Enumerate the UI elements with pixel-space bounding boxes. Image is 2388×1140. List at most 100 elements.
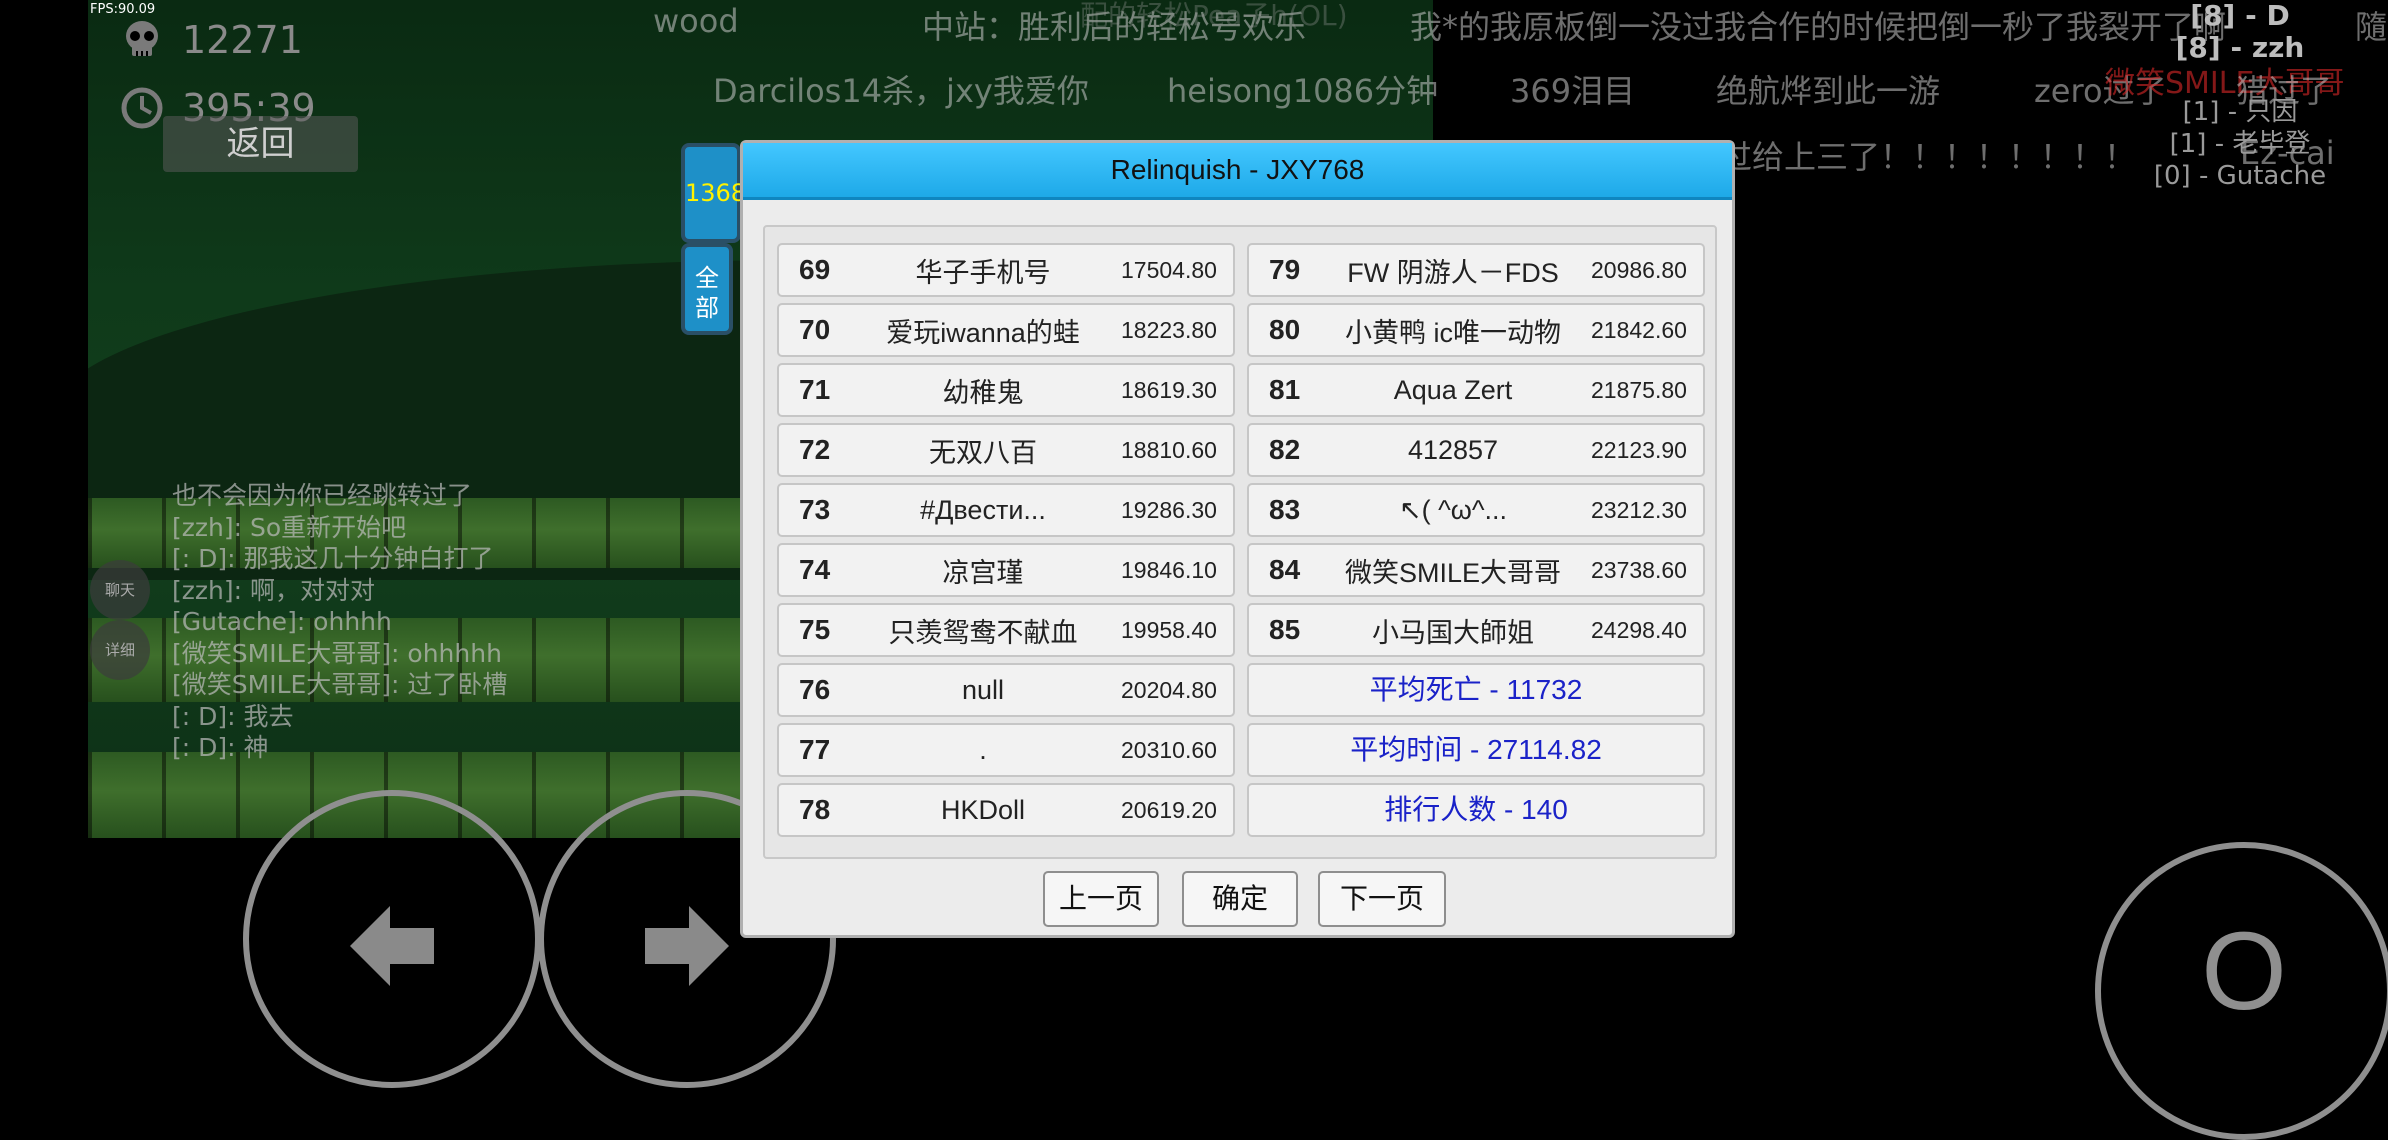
leaderboard-row: 84 微笑SMILE大哥哥 23738.60 (1247, 543, 1705, 597)
player-name: 华子手机号 (915, 257, 1051, 288)
leaderboard-row: 82 412857 22123.90 (1247, 423, 1705, 477)
death-count: 12271 (182, 18, 303, 62)
leaderboard-row: 72 无双八百 18810.60 (777, 423, 1235, 477)
chat-line: [微笑SMILE大哥哥]: 过了卧槽 (172, 670, 508, 699)
detail-button[interactable]: 详细 (90, 620, 150, 680)
rank-number: 72 (799, 434, 831, 465)
player-name: HKDoll (940, 794, 1026, 825)
chat-line: [zzh]: 啊，对对对 (172, 575, 375, 605)
chat-line: [: D]: 我去 (172, 701, 294, 731)
player-score: 23212.30 (1591, 496, 1687, 523)
player-score: 20310.60 (1121, 736, 1217, 763)
player-score: 20204.80 (1121, 676, 1217, 703)
leaderboard-row: 85 小马国大師姐 24298.40 (1247, 603, 1705, 657)
leaderboard-row: 79 FW 阴游人－FDS 20986.80 (1247, 243, 1705, 297)
player-name: FW 阴游人－FDS (1347, 257, 1559, 288)
player-name: 小马国大師姐 (1372, 617, 1534, 648)
player-entry: [8] - D (2190, 0, 2290, 32)
rank-number: 80 (1269, 314, 1301, 345)
skull-icon (126, 21, 158, 56)
rank-number: 74 (799, 554, 831, 585)
prev-page-button[interactable]: 上一页 (1043, 871, 1159, 927)
danmaku-comment: wood (653, 2, 739, 40)
leaderboard-row: 76 null 20204.80 (777, 663, 1235, 717)
player-name: null (961, 674, 1005, 705)
player-name: 微笑SMILE大哥哥 (1344, 557, 1562, 588)
rank-number: 75 (799, 614, 831, 645)
player-name: 只羡鸳鸯不献血 (888, 617, 1078, 648)
rank-number: 77 (799, 734, 831, 765)
rank-number: 69 (799, 254, 831, 285)
chat-line: [: D]: 那我这几十分钟白打了 (172, 544, 494, 573)
rank-number: 81 (1269, 374, 1301, 405)
danmaku-comment: 369泪目 (1510, 72, 1636, 110)
player-score: 19958.40 (1121, 616, 1217, 643)
danmaku-comment: Darcilos14杀，jxy我爱你 (713, 72, 1089, 110)
player-score: 20619.20 (1121, 796, 1217, 823)
chat-button[interactable]: 聊天 (90, 560, 150, 620)
danmaku-comment: 配的轻松Pea子h(OL) (1080, 0, 1348, 32)
tab-count[interactable]: 1368 (681, 143, 746, 243)
leaderboard-row: 77. 20310.60 (777, 723, 1235, 777)
player-score: 20986.80 (1591, 256, 1687, 283)
leaderboard-row: 78 HKDoll 20619.20 (777, 783, 1235, 837)
player-name: 凉宫瑾 (942, 557, 1024, 588)
rank-number: 76 (799, 674, 831, 705)
player-entry: [0] - Gutache (2153, 161, 2327, 191)
player-score: 23738.60 (1591, 556, 1687, 583)
rank-number: 84 (1269, 554, 1301, 585)
player-score: 22123.90 (1591, 436, 1687, 463)
back-button[interactable]: 返回 (163, 116, 358, 172)
player-entry: [1] - 只因 (2182, 97, 2298, 127)
leaderboard-row: 70 爱玩iwanna的蛙 18223.80 (777, 303, 1235, 357)
rank-number: 73 (799, 494, 831, 525)
rank-number: 70 (799, 314, 831, 345)
rank-number: 71 (799, 374, 831, 405)
chat-line: [微笑SMILE大哥哥]: ohhhhh (172, 638, 502, 668)
leaderboard-row: 73 #Двести... 19286.30 (777, 483, 1235, 537)
player-name: 幼稚鬼 (942, 377, 1024, 408)
leaderboard-row: 75 只羡鸳鸯不献血 19958.40 (777, 603, 1235, 657)
player-score: 18223.80 (1121, 316, 1217, 343)
player-name: ↖( ^ω^... (1398, 494, 1508, 525)
clock-icon (121, 87, 163, 129)
player-name: #Двести... (920, 494, 1046, 525)
jump-label: O (2201, 910, 2287, 1033)
player-name: 无双八百 (929, 437, 1037, 468)
player-list: [8] - D [8] - zzh [1] - 只因 [1] - 老毕登 [0]… (2100, 0, 2380, 192)
jump-button[interactable]: O (2095, 842, 2388, 1140)
chat-line: [zzh]: So重新开始吧 (172, 512, 407, 542)
player-name: Aqua Zert (1393, 374, 1513, 405)
player-entry: [8] - zzh (2175, 31, 2305, 64)
fps-counter: FPS:90.09 (90, 2, 156, 17)
player-score: 21875.80 (1591, 376, 1687, 403)
move-left-button[interactable] (243, 790, 541, 1088)
player-entry: [1] - 老毕登 (2169, 129, 2311, 159)
danmaku-comment: 过给上三了！！！！！！！！ (1720, 138, 2137, 176)
danmaku-comment: heisong1086分钟 (1167, 72, 1439, 110)
leaderboard-row: 74 凉宫瑾 19846.10 (777, 543, 1235, 597)
leaderboard-row: 81 Aqua Zert 21875.80 (1247, 363, 1705, 417)
death-counter: 12271 (120, 18, 303, 62)
player-score: 17504.80 (1121, 256, 1217, 283)
rank-number: 79 (1269, 254, 1301, 285)
arrow-left-icon (350, 906, 434, 986)
player-score: 19846.10 (1121, 556, 1217, 583)
player-score: 21842.60 (1591, 316, 1687, 343)
next-page-button[interactable]: 下一页 (1318, 871, 1446, 927)
player-name: 爱玩iwanna的蛙 (886, 317, 1080, 348)
rank-number: 83 (1269, 494, 1301, 525)
ranked-count: 排行人数 - 140 (1247, 783, 1705, 837)
tab-all[interactable]: 全部 (681, 243, 733, 335)
player-score: 18619.30 (1121, 376, 1217, 403)
player-name: 412857 (1407, 434, 1499, 465)
rank-number: 78 (799, 794, 831, 825)
confirm-button[interactable]: 确定 (1182, 871, 1298, 927)
chat-line: [Gutache]: ohhhh (172, 607, 392, 636)
player-score: 18810.60 (1121, 436, 1217, 463)
chat-log: 也不会因为你已经跳转过了 [zzh]: So重新开始吧 [: D]: 那我这几十… (172, 480, 507, 764)
leaderboard-dialog: Relinquish - JXY768 69 华子手机号 17504.80 70 爱玩… (740, 140, 1735, 938)
dialog-title: Relinquish - JXY768 (743, 143, 1732, 200)
rank-number: 82 (1269, 434, 1301, 465)
average-deaths: 平均死亡 - 11732 (1247, 663, 1705, 717)
